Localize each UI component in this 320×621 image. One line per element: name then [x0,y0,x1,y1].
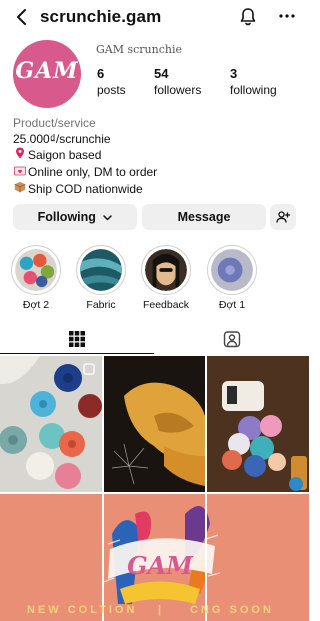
following-button-label: Following [37,210,96,224]
banner-logo-text: GAM [127,551,194,580]
highlight-label: Đợt 2 [22,299,50,311]
add-user-button[interactable] [270,204,296,230]
highlight-cover-image [211,249,253,291]
profile-username: scrunchie.gam [40,7,162,26]
highlight-cover-image [15,249,57,291]
bio-price: 25.000₫/scrunchie [13,132,157,148]
following-button[interactable]: Following [13,204,137,230]
highlight-cover-image [145,249,187,291]
bio-location-text: Saigon based [28,148,102,162]
tab-posts-grid[interactable] [0,326,154,354]
following-count: 3 [230,66,238,81]
banner-separator: | [158,604,162,616]
followers-count: 54 [154,66,169,81]
post-image: GAM [0,494,309,621]
bio-category: Product/service [13,116,96,130]
highlight-label: Đợt 1 [218,299,246,311]
post-thumbnail[interactable] [207,356,309,492]
grid-divider [102,494,104,621]
profile-tabs [0,326,309,354]
followers-stat[interactable]: 54 followers [154,66,201,97]
post-thumbnail[interactable] [104,356,205,492]
highlight-dot-1[interactable]: Đợt 1 [206,245,258,311]
highlight-label: Fabric [86,299,116,311]
bio: Product/service 25.000₫/scrunchie Saigon… [13,116,157,199]
love-letter-icon [13,166,26,182]
chevron-down-icon [103,214,113,220]
highlight-cover-image [80,249,122,291]
highlight-feedback[interactable]: Feedback [140,245,192,311]
avatar[interactable]: GAM [13,40,81,108]
display-name: GAM scrunchie [96,43,182,56]
more-icon[interactable] [278,9,296,23]
bio-order: Online only, DM to order [13,165,157,182]
post-image [207,356,309,492]
post-image [104,356,205,492]
grid-divider [205,494,207,621]
highlight-ring [76,245,126,295]
following-label: following [230,83,277,97]
posts-stat: 6 posts [97,66,126,97]
highlight-ring [207,245,257,295]
post-thumbnail[interactable] [0,356,102,492]
post-image [0,356,102,492]
tab-tagged[interactable] [155,326,309,354]
message-button[interactable]: Message [142,204,266,230]
tagged-icon [223,331,241,348]
pin-icon [13,147,26,165]
bio-price-text: 25.000₫/scrunchie [13,131,111,146]
bio-shipping-text: Ship COD nationwide [28,182,143,196]
highlight-ring [11,245,61,295]
following-stat[interactable]: 3 following [230,66,277,97]
highlight-fabric[interactable]: Fabric [75,245,127,311]
followers-label: followers [154,83,202,97]
banner-text-left: NEW COLTION [27,604,138,616]
avatar-logo-text: GAM [15,58,79,84]
bio-shipping: Ship COD nationwide [13,181,157,199]
post-grid: GAM NEW COLTION | CNG SOON [0,356,309,621]
posts-label: posts [97,83,126,97]
package-icon [13,181,26,199]
message-button-label: Message [177,210,231,224]
highlight-label: Feedback [142,299,190,311]
back-icon[interactable] [14,8,30,26]
highlight-ring [141,245,191,295]
add-user-icon [276,211,291,223]
highlight-dot-2[interactable]: Đợt 2 [10,245,62,311]
posts-count: 6 [97,66,105,81]
top-bar: scrunchie.gam [0,0,309,36]
post-banner-new-collection[interactable]: GAM [0,494,309,621]
bell-icon[interactable] [238,7,258,27]
bio-order-text: Online only, DM to order [28,164,158,179]
grid-icon [69,331,85,347]
banner-text-right: CNG SOON [190,604,274,616]
bio-location: Saigon based [13,147,157,165]
